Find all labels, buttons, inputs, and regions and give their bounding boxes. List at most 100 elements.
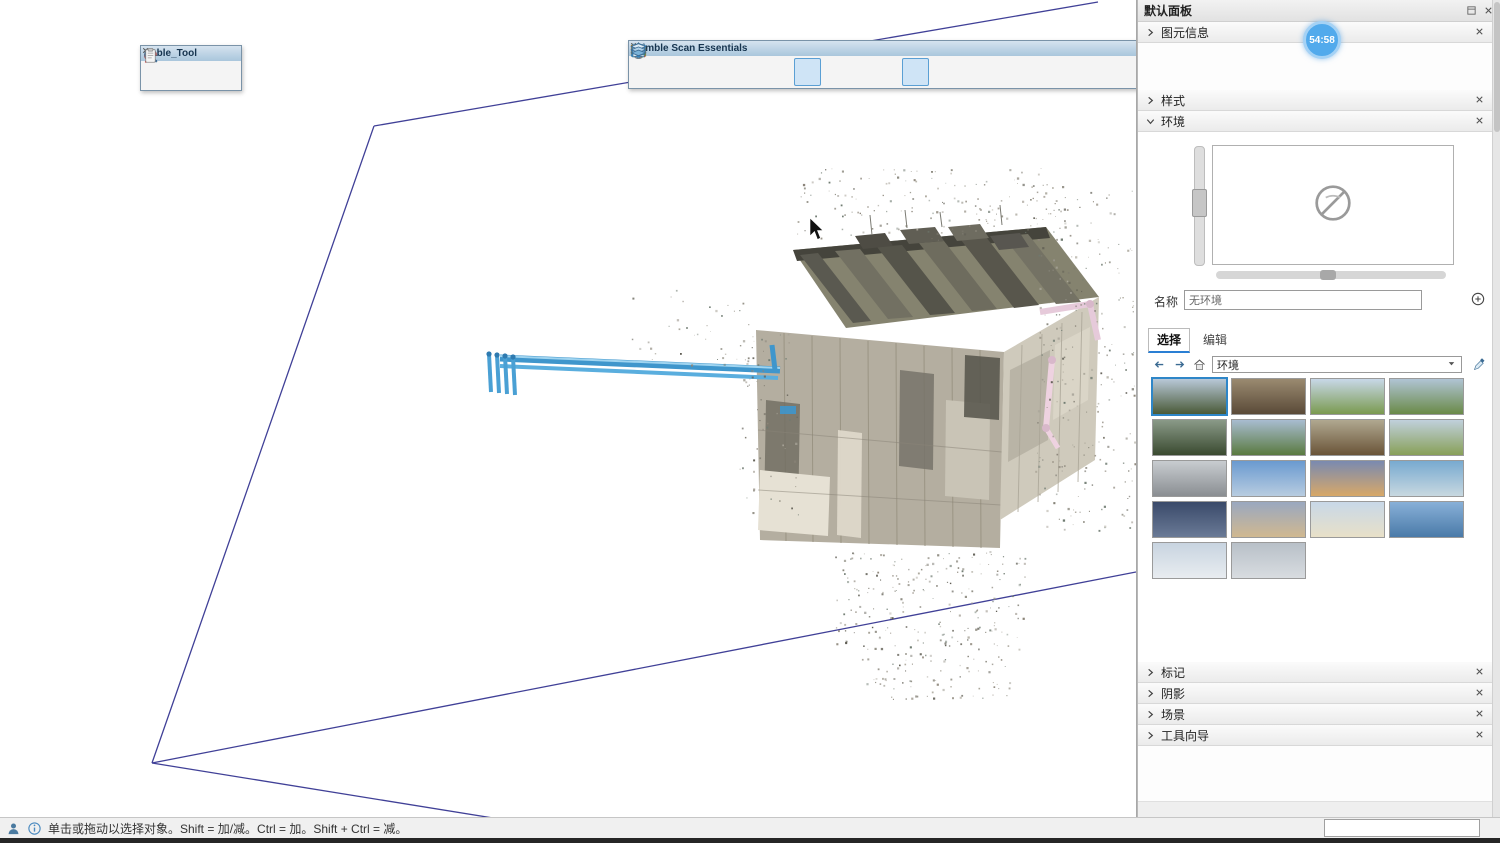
env-thumbnail[interactable] <box>1152 542 1227 579</box>
environment-nav-row: 环境 <box>1138 356 1493 374</box>
close-icon[interactable] <box>1474 708 1486 720</box>
section-shadows[interactable]: 阴影 <box>1138 683 1493 704</box>
status-hint-text: 单击或拖动以选择对象。Shift = 加/减。Ctrl = 加。Shift + … <box>48 820 1318 837</box>
tab-edit[interactable]: 编辑 <box>1194 328 1236 353</box>
droplet-gray-icon[interactable] <box>821 58 848 86</box>
points-add-icon[interactable] <box>1064 58 1091 86</box>
recording-timer-badge: 54:58 <box>1303 21 1341 59</box>
panel-scrollbar[interactable] <box>1492 0 1500 817</box>
section-environment[interactable]: 环境 <box>1138 111 1493 132</box>
points-remove-icon[interactable] <box>1037 58 1064 86</box>
chevron-right-icon[interactable] <box>1145 709 1156 720</box>
default-tray-panel: 默认面板 图元信息 样式 环境 <box>1137 0 1500 817</box>
env-thumbnail[interactable] <box>1389 419 1464 456</box>
environment-preview <box>1212 145 1454 265</box>
env-thumbnail[interactable] <box>1231 501 1306 538</box>
hexagon-target-icon[interactable] <box>1010 58 1037 86</box>
add-environment-icon[interactable] <box>1470 291 1486 307</box>
zoom-icon[interactable] <box>191 63 215 88</box>
env-thumbnail[interactable] <box>1152 501 1227 538</box>
label-tool-buttons <box>141 61 241 90</box>
environment-rotation-slider[interactable] <box>1216 271 1446 279</box>
droplet-half-icon[interactable] <box>767 58 794 86</box>
back-arrow-icon[interactable] <box>1152 357 1168 373</box>
marker-icon[interactable] <box>144 63 168 88</box>
environment-tabs: 选择 编辑 <box>1148 328 1236 353</box>
env-thumbnail[interactable] <box>1310 460 1385 497</box>
application-window: Lable_Tool Trimble Scan Essentials 默认面板 … <box>0 0 1500 843</box>
close-icon[interactable] <box>226 48 237 59</box>
environment-collection-dropdown[interactable]: 环境 <box>1212 356 1462 373</box>
close-icon[interactable] <box>1474 26 1486 38</box>
delete-icon[interactable] <box>686 58 713 86</box>
trimble-titlebar[interactable]: Trimble Scan Essentials <box>629 41 1137 56</box>
chevron-right-icon[interactable] <box>1145 95 1156 106</box>
add-circle-icon[interactable] <box>1091 58 1118 86</box>
slider-handle[interactable] <box>1192 189 1207 217</box>
clipboard-icon[interactable] <box>215 63 239 88</box>
caret-down-icon <box>1446 358 1457 372</box>
env-thumbnail[interactable] <box>1389 501 1464 538</box>
env-thumbnail[interactable] <box>1310 419 1385 456</box>
chevron-right-icon[interactable] <box>1145 27 1156 38</box>
measurements-input[interactable] <box>1324 819 1480 837</box>
gear-icon[interactable] <box>659 58 686 86</box>
home-icon[interactable] <box>1192 357 1208 373</box>
section-label: 阴影 <box>1161 685 1469 702</box>
trimble-toolbar-window[interactable]: Trimble Scan Essentials <box>628 40 1137 89</box>
no-environment-icon <box>1304 174 1362 237</box>
env-thumbnail[interactable] <box>1231 378 1306 415</box>
section-label: 标记 <box>1161 664 1469 681</box>
label-tool-window[interactable]: Lable_Tool <box>140 45 242 91</box>
section-instructor[interactable]: 工具向导 <box>1138 725 1493 746</box>
chevron-down-icon[interactable] <box>1145 116 1156 127</box>
scrollbar-thumb[interactable] <box>1494 2 1500 132</box>
hexagon-center-icon[interactable] <box>983 58 1010 86</box>
env-thumbnail[interactable] <box>1231 419 1306 456</box>
hexagon-dense-icon[interactable] <box>956 58 983 86</box>
folder-icon[interactable] <box>632 58 659 86</box>
env-thumbnail[interactable] <box>1389 378 1464 415</box>
panel-empty-area <box>1138 746 1493 802</box>
eraser-icon[interactable] <box>875 58 902 86</box>
chevron-right-icon[interactable] <box>1145 667 1156 678</box>
close-icon[interactable] <box>1474 687 1486 699</box>
env-thumbnail[interactable] <box>1389 460 1464 497</box>
3d-viewport[interactable]: Lable_Tool Trimble Scan Essentials <box>0 0 1137 817</box>
info-icon[interactable] <box>27 821 42 836</box>
sample-paint-icon[interactable] <box>1472 357 1488 373</box>
env-thumbnail[interactable] <box>1231 542 1306 579</box>
section-styles[interactable]: 样式 <box>1138 90 1493 111</box>
chevron-right-icon[interactable] <box>1145 688 1156 699</box>
close-icon[interactable] <box>1474 115 1486 127</box>
section-tags[interactable]: 标记 <box>1138 662 1493 683</box>
eraser-active-icon[interactable] <box>902 58 929 86</box>
section-label: 场景 <box>1161 706 1469 723</box>
name-label: 名称 <box>1154 293 1178 310</box>
environment-intensity-slider[interactable] <box>1194 146 1205 266</box>
close-icon[interactable] <box>1474 666 1486 678</box>
hexagon-points-icon[interactable] <box>929 58 956 86</box>
close-icon[interactable] <box>1474 94 1486 106</box>
droplet-full-icon[interactable] <box>794 58 821 86</box>
slider-handle[interactable] <box>1320 270 1336 280</box>
tab-select[interactable]: 选择 <box>1148 328 1190 353</box>
dock-icon[interactable] <box>1465 4 1478 17</box>
droplet-light-icon[interactable] <box>740 58 767 86</box>
polyline-icon[interactable] <box>1118 58 1137 86</box>
chevron-right-icon[interactable] <box>1145 730 1156 741</box>
env-thumbnail[interactable] <box>1231 460 1306 497</box>
section-scenes[interactable]: 场景 <box>1138 704 1493 725</box>
user-icon[interactable] <box>6 821 21 836</box>
env-thumbnail[interactable] <box>1152 460 1227 497</box>
orbit-icon[interactable] <box>168 63 192 88</box>
env-thumbnail[interactable] <box>1152 419 1227 456</box>
env-thumbnail[interactable] <box>1152 378 1227 415</box>
environment-name-input[interactable] <box>1184 290 1422 310</box>
env-thumbnail[interactable] <box>1310 378 1385 415</box>
forward-arrow-icon[interactable] <box>1172 357 1188 373</box>
close-icon[interactable] <box>1474 729 1486 741</box>
sparse-points-icon[interactable] <box>848 58 875 86</box>
env-thumbnail[interactable] <box>1310 501 1385 538</box>
droplet-outline-icon[interactable] <box>713 58 740 86</box>
